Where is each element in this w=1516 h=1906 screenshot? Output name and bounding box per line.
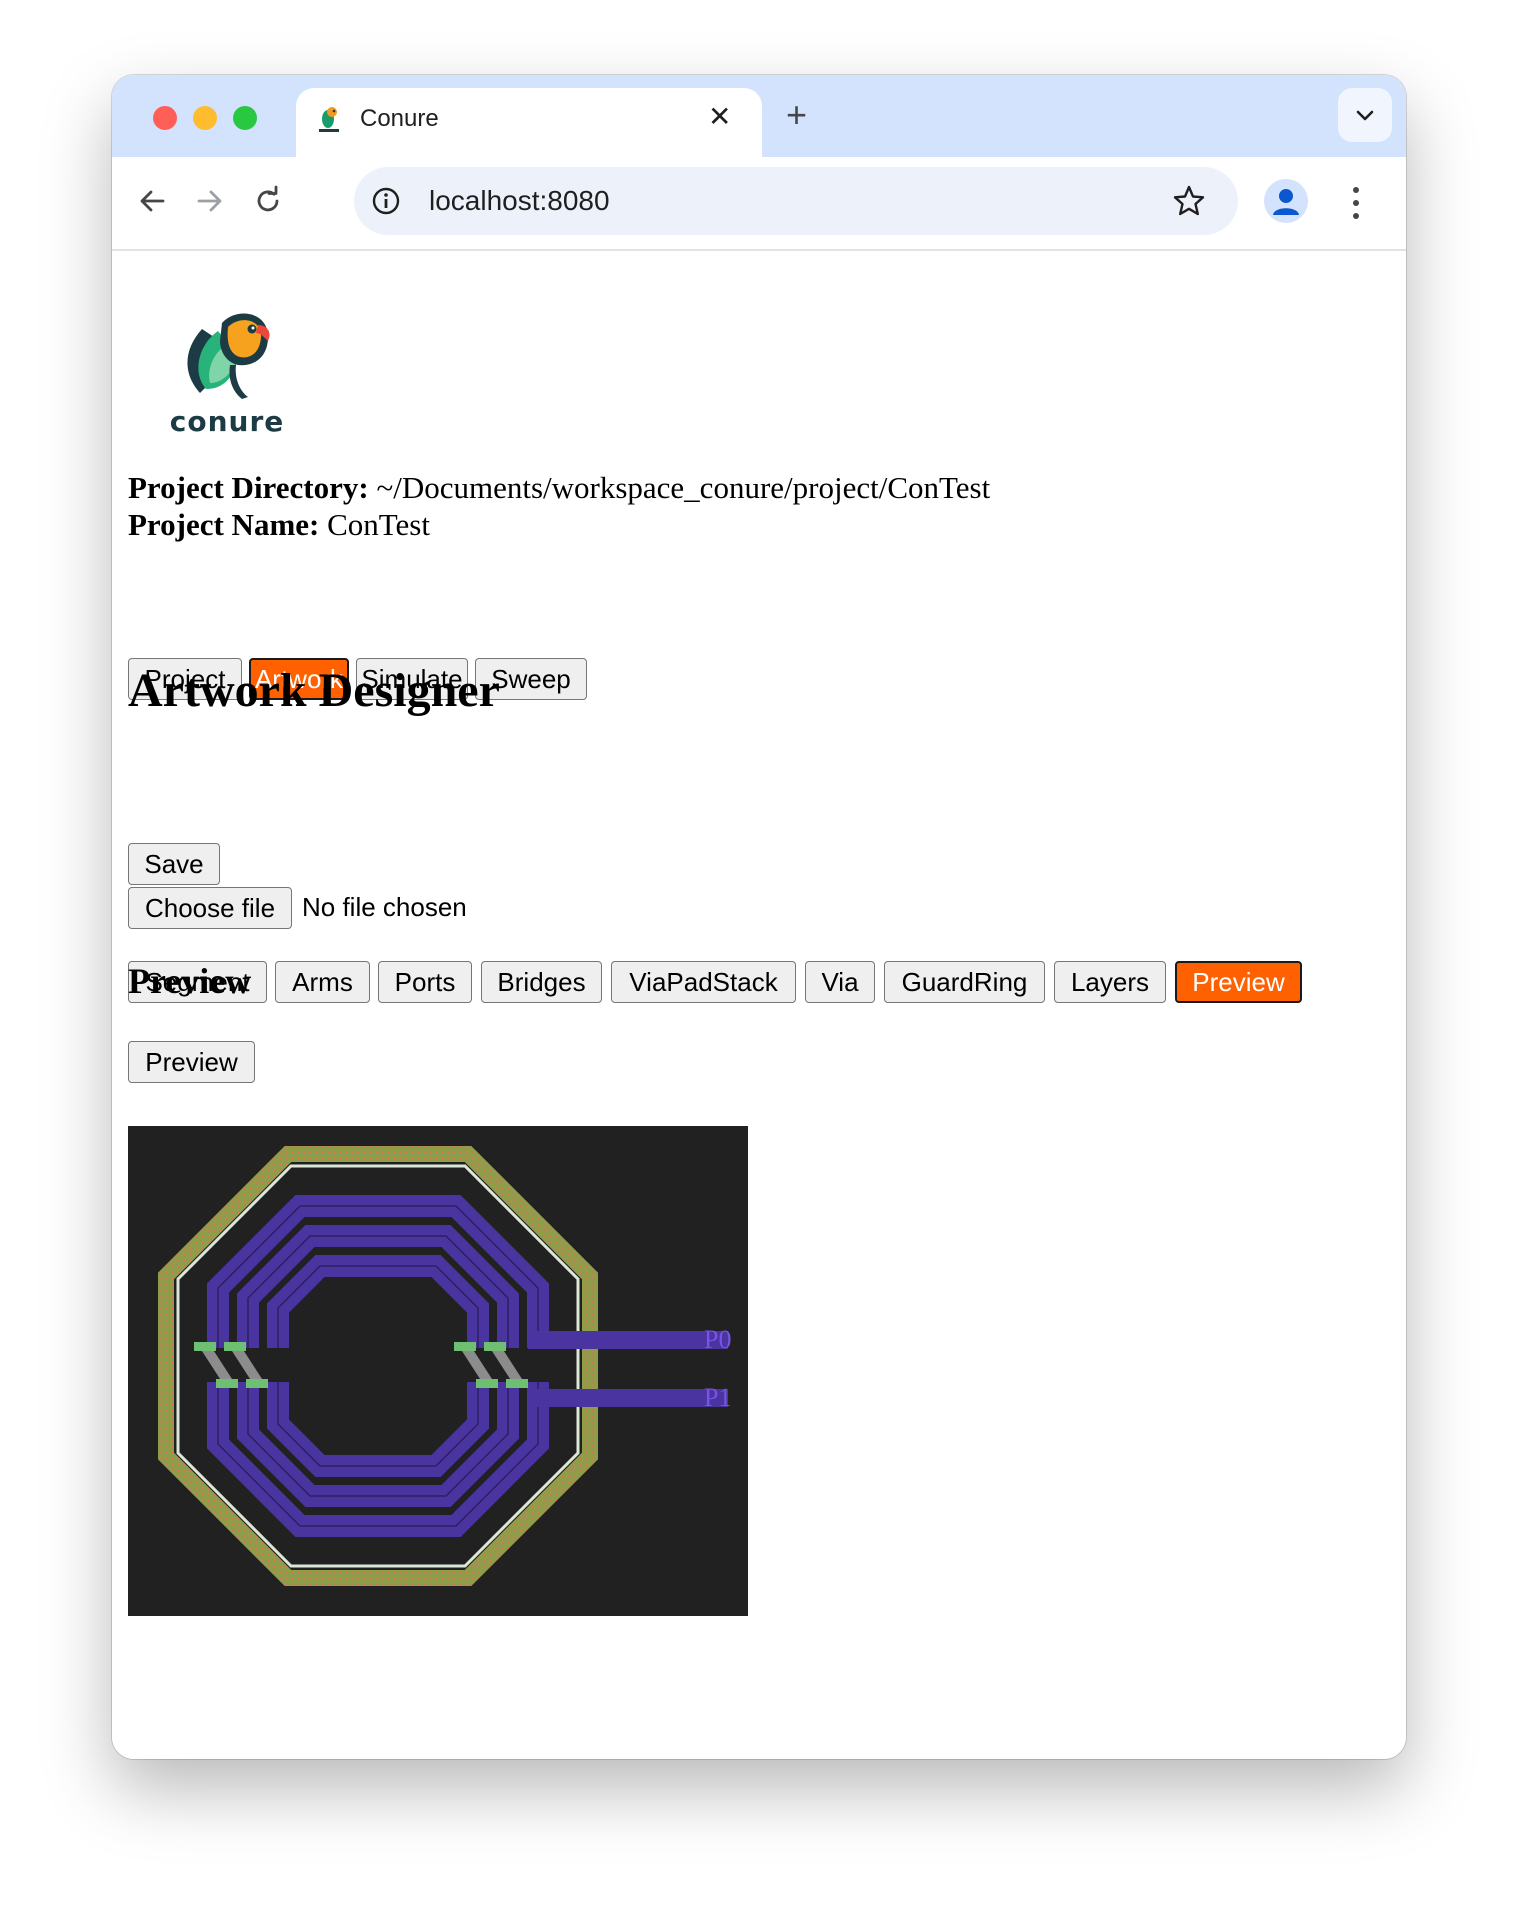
browser-tab-conure[interactable]: Conure ✕ bbox=[296, 88, 762, 157]
bookmark-star-icon[interactable] bbox=[1172, 184, 1206, 218]
site-info-icon[interactable] bbox=[370, 185, 402, 217]
section-title: Preview bbox=[128, 961, 252, 1001]
tab-viapadstack-button[interactable]: ViaPadStack bbox=[611, 961, 796, 1003]
url-text: localhost:8080 bbox=[429, 185, 610, 216]
project-directory-label: Project Directory: bbox=[128, 470, 369, 505]
person-icon bbox=[1273, 189, 1299, 215]
maximize-window-button[interactable] bbox=[233, 106, 257, 130]
page-content: conure Project Directory: ~/Documents/wo… bbox=[112, 251, 1406, 1759]
artwork-preview-canvas: P0 P1 bbox=[128, 1126, 748, 1616]
project-directory-value: ~/Documents/workspace_conure/project/Con… bbox=[376, 470, 991, 505]
address-bar[interactable]: localhost:8080 bbox=[354, 167, 1238, 235]
file-status-text: No file chosen bbox=[302, 892, 467, 922]
port-lead-p1 bbox=[528, 1389, 728, 1407]
save-button[interactable]: Save bbox=[128, 843, 220, 885]
tab-layers-button[interactable]: Layers bbox=[1054, 961, 1166, 1003]
port-lead-p0 bbox=[528, 1331, 728, 1349]
project-name-row: Project Name: ConTest bbox=[128, 506, 990, 543]
choose-file-button[interactable]: Choose file bbox=[128, 887, 292, 929]
project-name-value: ConTest bbox=[327, 507, 430, 542]
forward-arrow-icon[interactable] bbox=[194, 185, 226, 217]
tab-ports-button[interactable]: Ports bbox=[378, 961, 472, 1003]
tab-search-button[interactable] bbox=[1338, 88, 1392, 142]
minimize-window-button[interactable] bbox=[193, 106, 217, 130]
tab-title: Conure bbox=[360, 105, 439, 132]
back-arrow-icon[interactable] bbox=[136, 185, 168, 217]
close-window-button[interactable] bbox=[153, 106, 177, 130]
browser-toolbar: localhost:8080 bbox=[112, 157, 1406, 251]
kebab-menu-icon[interactable] bbox=[1350, 183, 1362, 223]
parrot-favicon-icon bbox=[319, 107, 339, 132]
tab-strip: Conure ✕ + bbox=[112, 75, 1406, 157]
page-title: Artwork Designer bbox=[128, 664, 500, 717]
tab-close-icon[interactable]: ✕ bbox=[708, 100, 731, 134]
chevron-down-icon bbox=[1356, 110, 1374, 121]
new-tab-button[interactable]: + bbox=[786, 95, 807, 135]
tab-arms-button[interactable]: Arms bbox=[275, 961, 370, 1003]
port-label-p1: P1 bbox=[704, 1383, 731, 1412]
reload-icon[interactable] bbox=[252, 185, 284, 217]
parrot-logo-icon bbox=[187, 313, 270, 399]
tab-guardring-button[interactable]: GuardRing bbox=[884, 961, 1045, 1003]
tab-preview-button[interactable]: Preview bbox=[1175, 961, 1302, 1003]
conure-logo: conure bbox=[162, 301, 292, 441]
logo-wordmark: conure bbox=[169, 405, 285, 438]
profile-avatar-icon[interactable] bbox=[1264, 179, 1308, 223]
tab-bridges-button[interactable]: Bridges bbox=[481, 961, 602, 1003]
tab-via-button[interactable]: Via bbox=[805, 961, 875, 1003]
project-info: Project Directory: ~/Documents/workspace… bbox=[128, 469, 990, 543]
inductor-preview-graphic: P0 P1 bbox=[158, 1146, 731, 1586]
project-directory-row: Project Directory: ~/Documents/workspace… bbox=[128, 469, 990, 506]
browser-window: Conure ✕ + localhost:8080 conure Project… bbox=[112, 75, 1406, 1759]
project-name-label: Project Name: bbox=[128, 507, 320, 542]
preview-button[interactable]: Preview bbox=[128, 1041, 255, 1083]
port-label-p0: P0 bbox=[704, 1325, 731, 1354]
